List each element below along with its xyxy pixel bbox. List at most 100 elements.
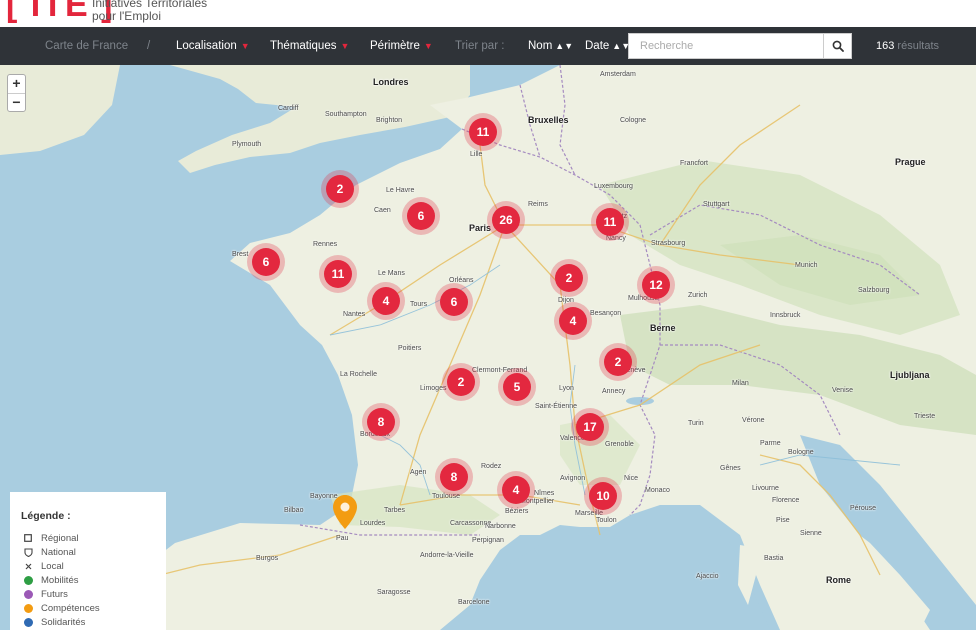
legend-item-national: National — [21, 545, 166, 559]
map-cluster-marker[interactable]: 17 — [576, 413, 604, 441]
city-label: Plymouth — [232, 141, 262, 148]
filter-perimetre-label: Périmètre — [370, 40, 420, 52]
map-cluster-marker[interactable]: 11 — [596, 208, 624, 236]
caret-down-icon: ▼ — [423, 41, 433, 51]
purple-dot-icon — [21, 589, 35, 599]
city-label: Berne — [650, 323, 676, 333]
city-label: Orléans — [449, 277, 474, 284]
results-number: 163 — [876, 40, 895, 52]
zoom-control: + − — [7, 74, 26, 112]
city-label: Vérone — [742, 417, 765, 424]
map-cluster-marker[interactable]: 6 — [407, 202, 435, 230]
legend-item-competences: Compétences — [21, 601, 166, 615]
breadcrumb-carte-de-france[interactable]: Carte de France — [45, 27, 128, 65]
map-cluster-marker[interactable]: 26 — [492, 206, 520, 234]
city-label: Tours — [410, 301, 428, 308]
city-label: Béziers — [505, 508, 529, 515]
city-label: Cologne — [620, 117, 647, 124]
city-label: Prague — [895, 157, 926, 167]
map-cluster-marker[interactable]: 2 — [555, 264, 583, 292]
legend-label: Solidarités — [41, 616, 86, 628]
filter-perimetre[interactable]: Périmètre ▼ — [370, 27, 433, 65]
city-label: Salzbourg — [858, 287, 890, 294]
city-label: Lourdes — [360, 520, 386, 527]
city-label: Turin — [688, 420, 704, 427]
search-button[interactable] — [824, 33, 852, 59]
map-cluster-marker[interactable]: 4 — [502, 476, 530, 504]
map-cluster-marker[interactable]: 5 — [503, 373, 531, 401]
city-label: Monaco — [645, 487, 670, 494]
map-cluster-marker[interactable]: 2 — [326, 175, 354, 203]
city-label: Bilbao — [284, 507, 304, 514]
square-outline-icon — [21, 534, 35, 542]
city-label: Brighton — [376, 117, 403, 124]
map-cluster-marker[interactable]: 2 — [604, 348, 632, 376]
city-label: Munich — [795, 262, 818, 269]
city-label: Amsterdam — [600, 71, 636, 78]
legend-item-mobilites: Mobilités — [21, 573, 166, 587]
map-cluster-marker[interactable]: 8 — [367, 408, 395, 436]
filter-navbar: Carte de France / Localisation ▼ Thématiq… — [0, 27, 976, 65]
map-cluster-marker[interactable]: 11 — [469, 118, 497, 146]
map-cluster-marker[interactable]: 2 — [447, 368, 475, 396]
map-cluster-marker[interactable]: 4 — [559, 307, 587, 335]
city-label: Innsbruck — [770, 312, 801, 319]
city-label: Tarbes — [384, 507, 406, 514]
map-cluster-marker[interactable]: 4 — [372, 287, 400, 315]
city-label: Strasbourg — [651, 240, 686, 247]
city-label: Saragosse — [377, 589, 411, 596]
city-label: Nîmes — [534, 490, 555, 497]
city-label: Toulouse — [432, 493, 461, 500]
city-label: Southampton — [325, 111, 367, 118]
sort-by-date[interactable]: Date ▲▼ — [585, 27, 630, 65]
search-icon — [832, 40, 844, 52]
city-label: Bruxelles — [528, 115, 569, 125]
city-label: Barcelone — [458, 599, 490, 606]
city-label: Pise — [776, 517, 790, 524]
map-cluster-marker[interactable]: 10 — [589, 482, 617, 510]
city-label: Besançon — [590, 310, 622, 317]
city-label: Bastia — [764, 555, 784, 562]
city-label: Saint-Étienne — [535, 403, 578, 410]
legend-title: Légende : — [21, 510, 71, 522]
city-label: Nice — [624, 475, 639, 482]
sort-date-label: Date — [585, 40, 610, 52]
city-label: Trieste — [914, 413, 936, 420]
map-cluster-marker[interactable]: 6 — [252, 248, 280, 276]
filter-localisation[interactable]: Localisation ▼ — [176, 27, 250, 65]
city-label: Grenoble — [605, 441, 634, 448]
filter-thematiques[interactable]: Thématiques ▼ — [270, 27, 349, 65]
city-label: Poitiers — [398, 345, 422, 352]
map-cluster-marker[interactable]: 6 — [440, 288, 468, 316]
city-label: Parme — [760, 440, 781, 447]
zoom-out-button[interactable]: − — [8, 93, 25, 111]
city-label: Lyon — [559, 385, 574, 392]
map-cluster-marker[interactable]: 12 — [642, 271, 670, 299]
map-cluster-marker[interactable]: 11 — [324, 260, 352, 288]
city-label: Burgos — [256, 555, 279, 562]
legend-label: Régional — [41, 532, 79, 544]
brand-tagline: Initiatives Territoriales pour l'Emploi — [92, 0, 207, 23]
city-label: Gênes — [720, 465, 741, 472]
map-pin-marker[interactable] — [333, 495, 357, 529]
city-label: Annecy — [602, 388, 626, 395]
city-label: Brest — [232, 251, 249, 258]
city-label: Venise — [832, 387, 854, 394]
city-label: Avignon — [560, 475, 586, 482]
legend-item-futurs: Futurs — [21, 587, 166, 601]
zoom-in-button[interactable]: + — [8, 75, 25, 93]
city-label: Le Havre — [386, 187, 415, 194]
city-label: Le Mans — [378, 270, 405, 277]
city-label: Sienne — [800, 530, 822, 537]
search-input[interactable] — [628, 33, 824, 59]
city-label: Lille — [470, 151, 483, 158]
city-label: Reims — [528, 201, 548, 208]
map-cluster-marker[interactable]: 8 — [440, 463, 468, 491]
caret-down-icon: ▼ — [340, 41, 350, 51]
sort-by-name[interactable]: Nom ▲▼ — [528, 27, 573, 65]
city-label: Marseille — [575, 510, 604, 517]
legend-item-regional: Régional — [21, 531, 166, 545]
map-view[interactable]: Londres Bruxelles Paris Nantes Bordeaux … — [0, 65, 976, 630]
city-label: Ljubljana — [890, 370, 930, 380]
city-label: Pau — [336, 535, 349, 542]
